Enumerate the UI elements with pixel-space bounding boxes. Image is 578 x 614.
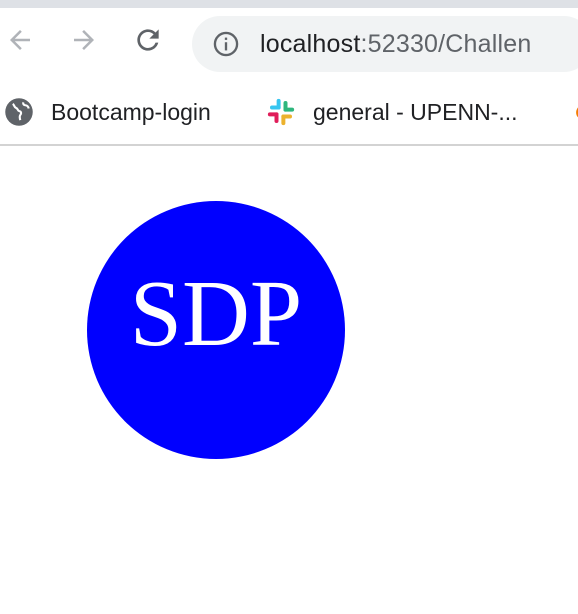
- back-button[interactable]: [2, 22, 38, 58]
- sdp-logo: SDP: [87, 201, 345, 459]
- arrow-right-icon: [74, 30, 94, 50]
- info-circle-icon[interactable]: [212, 30, 240, 58]
- slack-icon: [266, 97, 296, 127]
- logo-text: SDP: [129, 262, 303, 366]
- bookmark-general-upenn[interactable]: general - UPENN-...: [266, 96, 518, 128]
- url-path: :52330/Challen: [360, 30, 532, 58]
- bookmark-partial[interactable]: [568, 96, 578, 128]
- bookmark-label: Bootcamp-login: [51, 98, 211, 125]
- globe-icon: [4, 97, 34, 127]
- fire-icon: [568, 97, 578, 127]
- address-bar[interactable]: localhost:52330/Challen: [192, 16, 578, 72]
- bookmark-label: general - UPENN-...: [313, 98, 518, 125]
- url-host: localhost: [260, 30, 361, 58]
- tab-strip: [0, 0, 578, 8]
- reload-icon: [137, 29, 159, 51]
- page-content: SDP: [0, 146, 578, 614]
- arrow-left-icon: [10, 30, 30, 50]
- browser-toolbar: localhost:52330/Challen: [0, 8, 578, 82]
- reload-button[interactable]: [130, 22, 166, 58]
- bookmarks-bar: Bootcamp-login general - UPENN-...: [0, 82, 578, 144]
- url-text[interactable]: localhost:52330/Challen: [260, 29, 531, 59]
- forward-button[interactable]: [66, 22, 102, 58]
- bookmark-bootcamp-login[interactable]: Bootcamp-login: [4, 96, 211, 128]
